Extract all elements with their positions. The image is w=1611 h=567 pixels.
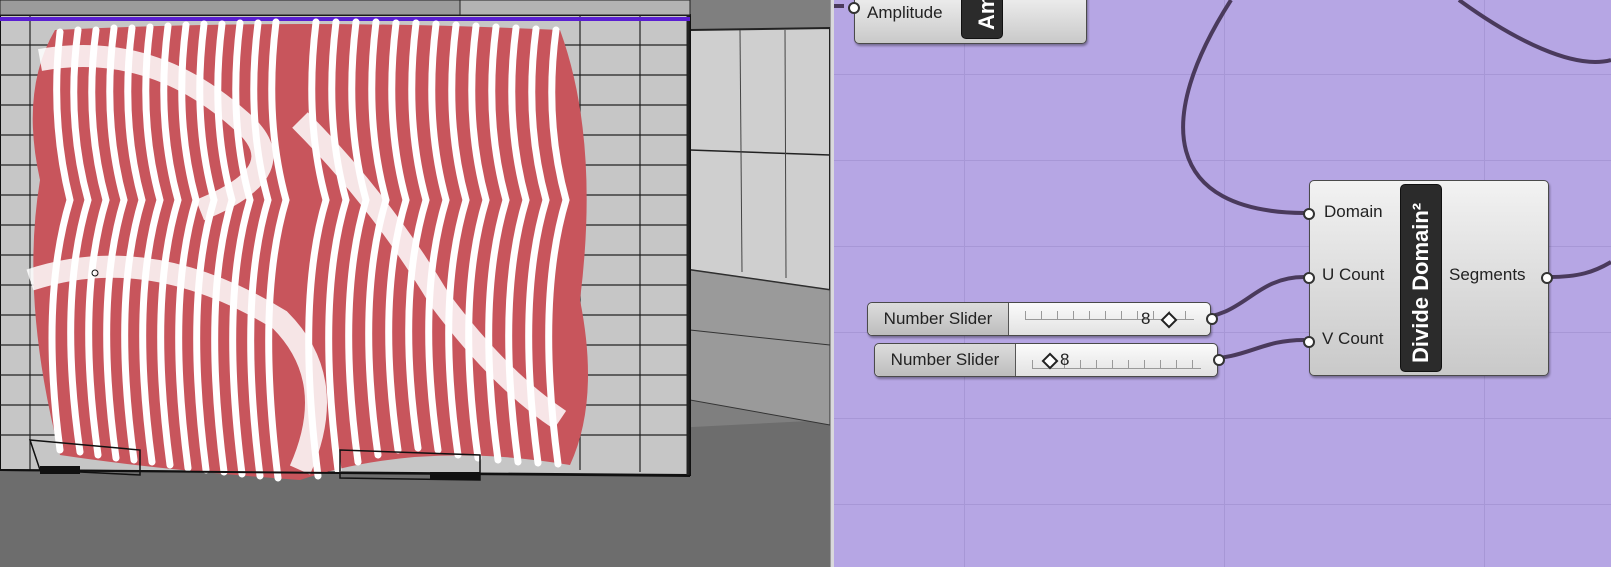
amplitude-input-label: Amplitude — [867, 3, 943, 22]
output-label-segments: Segments — [1449, 265, 1526, 284]
amplitude-nickname-bar: Am — [961, 0, 1003, 39]
amplitude-nickname: Am — [974, 0, 999, 30]
amplitude-input-grip[interactable] — [848, 2, 860, 14]
slider-2-name: Number Slider — [875, 344, 1016, 376]
segments-output-grip[interactable] — [1541, 272, 1553, 284]
domain-input-grip[interactable] — [1303, 208, 1315, 220]
amplitude-component[interactable]: Amplitude Am — [848, 0, 1087, 44]
wire-top-right — [1457, 0, 1611, 64]
slider-1-rail[interactable]: 8 — [1009, 303, 1210, 335]
ucount-input-grip[interactable] — [1303, 272, 1315, 284]
input-label-ucount: U Count — [1322, 265, 1385, 284]
vcount-input-grip[interactable] — [1303, 336, 1315, 348]
divide-domain-title: Divide Domain² — [1408, 202, 1433, 363]
slider-2-value: 8 — [1060, 350, 1070, 369]
slider-2-output-grip[interactable] — [1213, 354, 1225, 366]
input-label-vcount: V Count — [1322, 329, 1384, 348]
number-slider-1[interactable]: Number Slider 8 — [867, 302, 1218, 336]
input-label-domain: Domain — [1324, 202, 1383, 221]
divide-domain-component[interactable]: Domain U Count V Count Divide Domain² Se… — [1303, 180, 1553, 376]
slider-2-rail[interactable]: 8 — [1016, 344, 1217, 376]
wire-into-domain — [1181, 0, 1305, 215]
wire-segments-out — [1548, 260, 1611, 279]
divide-domain-title-bar: Divide Domain² — [1400, 184, 1442, 372]
number-slider-2[interactable]: Number Slider 8 — [874, 343, 1225, 377]
slider-1-name: Number Slider — [868, 303, 1009, 335]
grasshopper-canvas[interactable]: Amplitude Am Domain U Count V Count Divi… — [834, 0, 1611, 567]
viewport-scene — [0, 0, 830, 567]
rhino-viewport[interactable] — [0, 0, 830, 567]
slider-1-value: 8 — [1141, 309, 1151, 328]
slider-1-output-grip[interactable] — [1206, 313, 1218, 325]
